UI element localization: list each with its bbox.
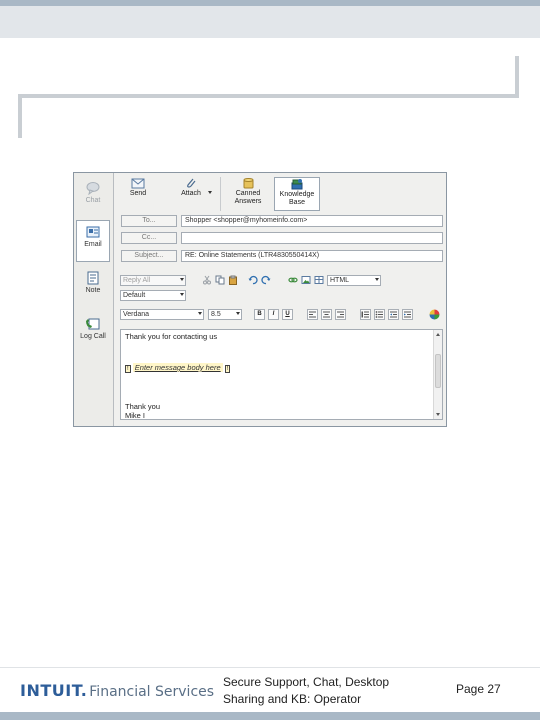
paperclip-icon [187, 178, 196, 188]
indent-icon [404, 311, 411, 318]
email-icon [86, 226, 100, 238]
bold-label: B [257, 311, 262, 317]
body-placeholder[interactable]: Enter message body here [132, 363, 223, 372]
attach-label: Attach [181, 190, 201, 197]
align-left-icon [309, 311, 316, 318]
align-left-button[interactable] [307, 309, 318, 320]
canned-answers-button[interactable]: Canned Answers [226, 177, 270, 211]
to-field[interactable]: Shopper <shopper@myhomeinfo.com> [181, 215, 443, 227]
body-signature: Mike I [125, 411, 146, 420]
message-body-editor[interactable]: Thank you for contacting us ! Enter mess… [120, 329, 443, 420]
logo-brand: INTUIT. [20, 681, 88, 700]
cut-icon[interactable] [202, 275, 212, 285]
italic-label: I [272, 311, 275, 317]
template-select[interactable]: Default [120, 290, 186, 301]
log-call-icon [86, 318, 100, 330]
align-center-icon [323, 311, 330, 318]
align-right-icon [337, 311, 344, 318]
page-number: Page 27 [456, 682, 501, 696]
cc-button[interactable]: Cc... [121, 232, 177, 244]
body-placeholder-line: ! Enter message body here ! [125, 363, 231, 373]
indent-button[interactable] [402, 309, 413, 320]
placeholder-marker-start: ! [125, 365, 131, 373]
scroll-thumb[interactable] [435, 354, 441, 388]
canned-answers-icon [243, 178, 254, 189]
decorative-bracket-left [18, 94, 22, 138]
nav-log-call-label: Log Call [80, 333, 106, 340]
canned-answers-label: Canned Answers [234, 190, 262, 205]
knowledge-base-icon [291, 179, 303, 190]
format-select[interactable]: HTML [327, 275, 381, 286]
decorative-bracket-top [18, 94, 519, 98]
footer-band [0, 712, 540, 720]
compose-toolbar: Send Attach Canned Answers Knowledge Bas… [116, 175, 446, 213]
logo-text: Financial Services [89, 684, 215, 700]
redo-icon[interactable] [261, 275, 271, 285]
underline-label: U [285, 311, 290, 317]
undo-icon[interactable] [248, 275, 258, 285]
nav-email-label: Email [84, 241, 102, 248]
numbered-list-icon [361, 311, 369, 318]
decorative-bracket-right [515, 56, 519, 98]
nav-email[interactable]: Email [76, 220, 110, 262]
email-compose-screenshot: Chat Email Note Log Call Send Attach Can… [73, 172, 447, 427]
toolbar-separator [220, 177, 221, 211]
nav-note[interactable]: Note [76, 267, 110, 309]
reply-mode-select[interactable]: Reply All [120, 275, 186, 286]
bullet-list-icon [375, 311, 383, 318]
intuit-logo: INTUIT. Financial Services [20, 681, 214, 701]
send-button[interactable]: Send [120, 177, 156, 211]
bold-button[interactable]: B [254, 309, 265, 320]
chat-bubble-icon [86, 182, 100, 195]
outdent-button[interactable] [388, 309, 399, 320]
font-size-value: 8.5 [211, 311, 221, 318]
paste-icon[interactable] [228, 275, 238, 285]
nav-chat-label: Chat [85, 197, 101, 204]
copy-icon[interactable] [215, 275, 225, 285]
reply-mode-value: Reply All [123, 277, 151, 284]
insert-table-icon[interactable] [314, 275, 324, 285]
subject-button[interactable]: Subject... [121, 250, 177, 262]
nav-chat[interactable]: Chat [76, 177, 110, 219]
insert-image-icon[interactable] [301, 275, 311, 285]
numbered-list-button[interactable] [360, 309, 371, 320]
scroll-up-icon[interactable] [436, 333, 440, 336]
attach-button[interactable]: Attach [168, 177, 214, 211]
attach-dropdown-arrow[interactable] [208, 191, 212, 194]
color-picker-icon[interactable] [429, 309, 440, 320]
align-center-button[interactable] [321, 309, 332, 320]
template-value: Default [123, 292, 146, 299]
editor-scrollbar[interactable] [433, 330, 442, 419]
body-closing: Thank you [125, 402, 161, 411]
knowledge-base-button[interactable]: Knowledge Base [274, 177, 320, 211]
scroll-down-icon[interactable] [436, 413, 440, 416]
send-icon [131, 178, 145, 189]
outdent-icon [390, 311, 397, 318]
font-select[interactable]: Verdana [120, 309, 204, 320]
note-icon [87, 271, 99, 285]
placeholder-marker-end: ! [224, 365, 231, 373]
cc-field[interactable] [181, 232, 443, 244]
send-label: Send [129, 190, 147, 197]
italic-button[interactable]: I [268, 309, 279, 320]
format-value: HTML [330, 277, 350, 284]
font-value: Verdana [123, 311, 150, 318]
header-band-light [0, 6, 540, 38]
insert-link-icon[interactable] [288, 275, 298, 285]
nav-log-call[interactable]: Log Call [76, 313, 110, 355]
activity-sidebar: Chat Email Note Log Call [74, 173, 114, 426]
footer-title: Secure Support, Chat, Desktop Sharing an… [223, 675, 390, 706]
to-button[interactable]: To... [121, 215, 177, 227]
nav-note-label: Note [85, 287, 101, 294]
align-right-button[interactable] [335, 309, 346, 320]
bullet-list-button[interactable] [374, 309, 385, 320]
knowledge-base-label: Knowledge Base [279, 191, 315, 206]
underline-button[interactable]: U [282, 309, 293, 320]
subject-field[interactable]: RE: Online Statements (LTR4830550414X) [181, 250, 443, 262]
body-greeting: Thank you for contacting us [125, 332, 218, 341]
font-size-select[interactable]: 8.5 [208, 309, 242, 320]
